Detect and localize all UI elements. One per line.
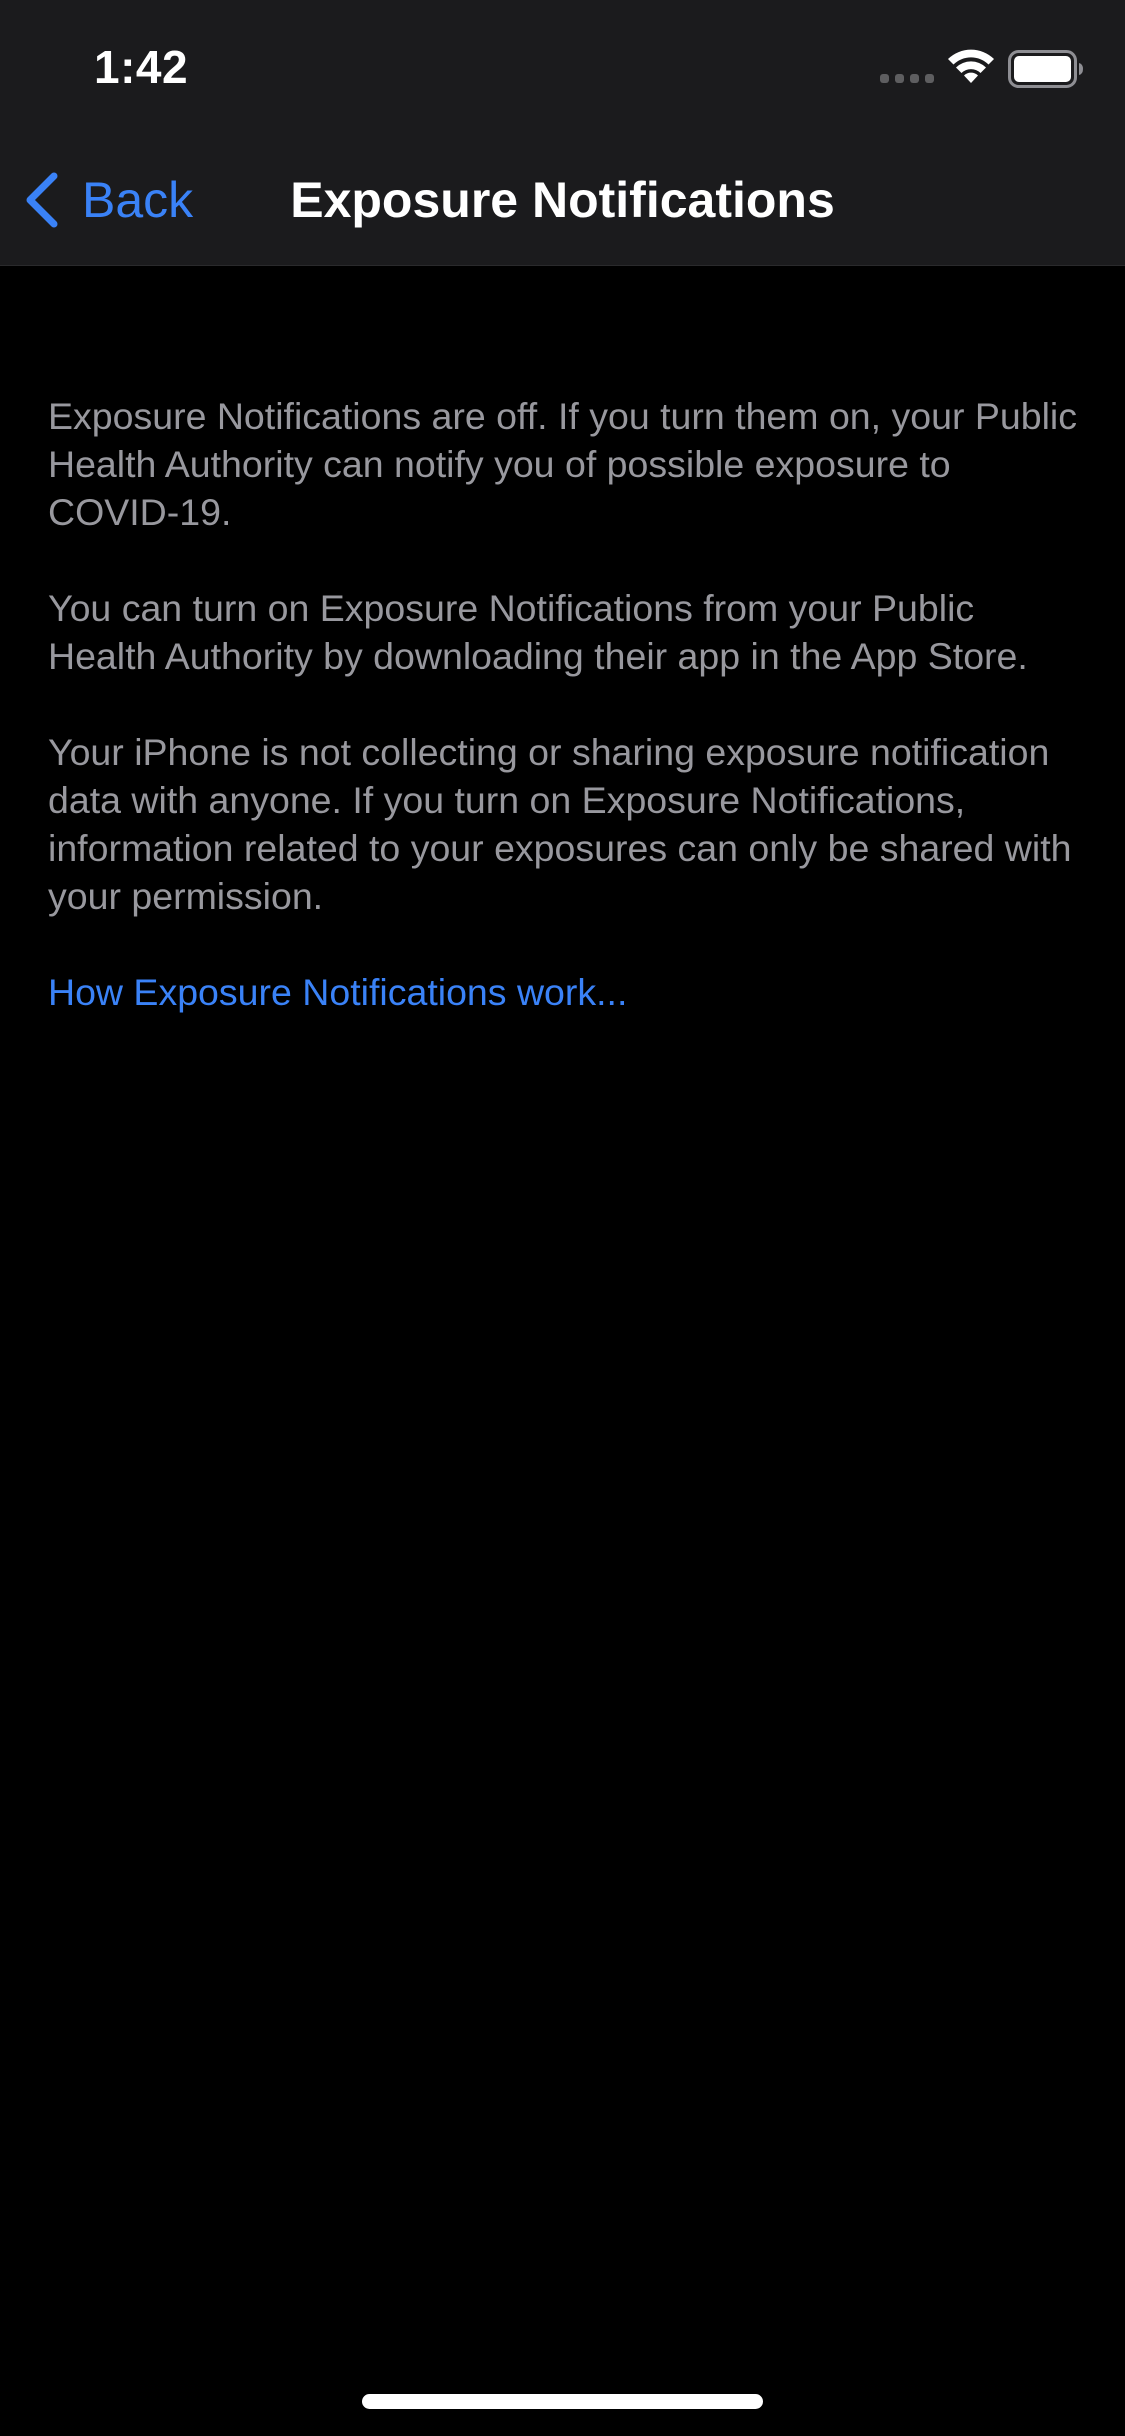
status-time: 1:42 — [94, 41, 189, 93]
navigation-bar: Back Exposure Notifications — [0, 135, 1125, 265]
wifi-icon — [948, 49, 994, 83]
status-paragraph: Exposure Notifications are off. If you t… — [48, 395, 1077, 533]
back-button[interactable]: Back — [22, 163, 193, 237]
top-bar: 1:42 Back Exposure Notifications — [0, 0, 1125, 266]
privacy-paragraph: Your iPhone is not collecting or sharing… — [48, 731, 1072, 917]
cellular-signal-icon — [880, 74, 934, 84]
battery-icon — [1008, 50, 1083, 88]
home-indicator[interactable] — [362, 2394, 763, 2409]
info-content: Exposure Notifications are off. If you t… — [48, 392, 1078, 1016]
how-it-works-link[interactable]: How Exposure Notifications work... — [48, 968, 627, 1016]
back-label: Back — [82, 172, 194, 228]
page-title: Exposure Notifications — [290, 172, 835, 228]
status-bar: 1:42 — [0, 0, 1125, 135]
chevron-left-icon — [26, 172, 58, 228]
how-to-enable-paragraph: You can turn on Exposure Notifications f… — [48, 587, 1028, 677]
